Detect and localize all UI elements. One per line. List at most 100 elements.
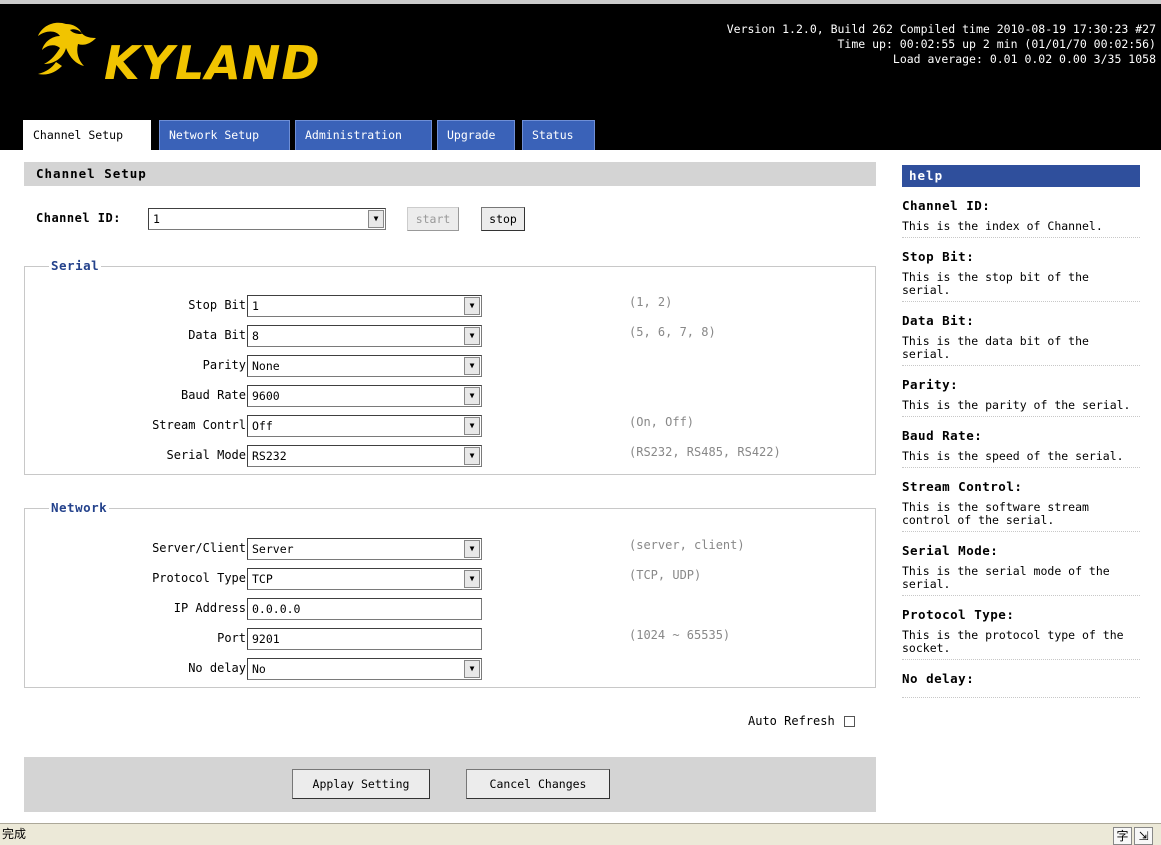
browser-statusbar: 完成 字 ⇲ xyxy=(0,823,1161,845)
help-item-title: No delay: xyxy=(902,671,975,686)
chevron-down-icon[interactable]: ▼ xyxy=(464,540,480,558)
serial-mode-select[interactable]: RS232 ▼ xyxy=(247,445,482,467)
chevron-down-icon[interactable]: ▼ xyxy=(464,327,480,345)
port-field[interactable]: 9201 xyxy=(247,628,482,650)
serial-mode-label: Serial Mode xyxy=(166,448,246,462)
no-delay-label: No delay xyxy=(188,661,246,675)
stream-control-label: Stream Contrl xyxy=(152,418,246,432)
server-client-label: Server/Client xyxy=(152,541,246,555)
chevron-down-icon[interactable]: ▼ xyxy=(464,447,480,465)
chevron-down-icon[interactable]: ▼ xyxy=(464,297,480,315)
channel-id-value: 1 xyxy=(153,212,160,226)
help-item-title: Protocol Type: xyxy=(902,607,1015,622)
baud-rate-select[interactable]: 9600 ▼ xyxy=(247,385,482,407)
port-hint: (1024 ~ 65535) xyxy=(629,628,731,642)
server-client-value: Server xyxy=(252,542,294,556)
stop-bit-label: Stop Bit xyxy=(188,298,246,312)
help-item: Serial Mode: This is the serial mode of t… xyxy=(902,542,1140,596)
help-item-desc: This is the parity of the serial. xyxy=(902,398,1131,412)
no-delay-select[interactable]: No ▼ xyxy=(247,658,482,680)
help-item: Stream Control: This is the software stre… xyxy=(902,478,1140,532)
action-bar: Applay Setting Cancel Changes xyxy=(24,757,876,812)
tab-administration[interactable]: Administration xyxy=(295,120,432,150)
system-info: Version 1.2.0, Build 262 Compiled time 2… xyxy=(727,22,1156,67)
server-client-hint: (server, client) xyxy=(629,538,745,552)
channel-id-select[interactable]: 1 ▼ xyxy=(148,208,386,230)
cancel-changes-button[interactable]: Cancel Changes xyxy=(466,769,610,799)
tab-status[interactable]: Status xyxy=(522,120,595,150)
stop-bit-hint: (1, 2) xyxy=(629,295,673,309)
ip-address-label: IP Address xyxy=(173,601,246,615)
help-item-desc: This is the protocol type of the socket. xyxy=(902,628,1124,655)
help-item: Channel ID: This is the index of Channel. xyxy=(902,197,1140,238)
auto-refresh: Auto Refresh xyxy=(748,714,855,728)
stream-control-select[interactable]: Off ▼ xyxy=(247,415,482,437)
help-item-title: Baud Rate: xyxy=(902,428,983,443)
help-title: help xyxy=(902,165,1140,187)
kyland-logo: KYLAND xyxy=(26,16,346,96)
help-item-title: Channel ID: xyxy=(902,198,991,213)
help-item-desc: This is the serial mode of the serial. xyxy=(902,564,1110,591)
channel-id-label: Channel ID: xyxy=(36,211,121,225)
page: KYLAND Version 1.2.0, Build 262 Compiled… xyxy=(0,0,1161,845)
help-item-title: Data Bit: xyxy=(902,313,975,328)
data-bit-value: 8 xyxy=(252,329,259,343)
help-item: Data Bit: This is the data bit of the ser… xyxy=(902,312,1140,366)
panel-title: Channel Setup xyxy=(24,162,876,186)
data-bit-select[interactable]: 8 ▼ xyxy=(247,325,482,347)
start-button[interactable]: start xyxy=(407,207,459,231)
protocol-type-value: TCP xyxy=(252,572,273,586)
server-client-select[interactable]: Server ▼ xyxy=(247,538,482,560)
help-item-title: Parity: xyxy=(902,377,959,392)
parity-value: None xyxy=(252,359,280,373)
tab-upgrade[interactable]: Upgrade xyxy=(437,120,515,150)
help-item: Parity: This is the parity of the serial. xyxy=(902,376,1140,417)
help-item-desc: This is the stop bit of the serial. xyxy=(902,270,1089,297)
chevron-down-icon[interactable]: ▼ xyxy=(464,570,480,588)
auto-refresh-label: Auto Refresh xyxy=(748,714,835,728)
data-bit-label: Data Bit xyxy=(188,328,246,342)
network-legend: Network xyxy=(49,500,110,515)
data-bit-hint: (5, 6, 7, 8) xyxy=(629,325,716,339)
help-item-desc: This is the data bit of the serial. xyxy=(902,334,1089,361)
stop-button[interactable]: stop xyxy=(481,207,525,231)
help-item: Stop Bit: This is the stop bit of the ser… xyxy=(902,248,1140,302)
serial-section: Serial Stop Bit 1 ▼ (1, 2) Data Bit 8 ▼ (5… xyxy=(24,258,876,475)
header: KYLAND Version 1.2.0, Build 262 Compiled… xyxy=(0,0,1161,150)
stop-bit-value: 1 xyxy=(252,299,259,313)
ip-address-field[interactable]: 0.0.0.0 xyxy=(247,598,482,620)
port-label: Port xyxy=(217,631,246,645)
stop-bit-select[interactable]: 1 ▼ xyxy=(247,295,482,317)
no-delay-value: No xyxy=(252,662,266,676)
help-item-desc: This is the software stream control of t… xyxy=(902,500,1089,527)
network-section: Network Server/Client Server ▼ (server, c… xyxy=(24,500,876,688)
help-item-title: Stream Control: xyxy=(902,479,1023,494)
ime-mode-icon[interactable]: ⇲ xyxy=(1134,827,1153,845)
stream-control-value: Off xyxy=(252,419,273,433)
help-item: Baud Rate: This is the speed of the seria… xyxy=(902,427,1140,468)
chevron-down-icon[interactable]: ▼ xyxy=(464,357,480,375)
header-top-line xyxy=(0,0,1161,4)
serial-mode-value: RS232 xyxy=(252,449,287,463)
tab-network-setup[interactable]: Network Setup xyxy=(159,120,290,150)
protocol-type-hint: (TCP, UDP) xyxy=(629,568,702,582)
parity-select[interactable]: None ▼ xyxy=(247,355,482,377)
help-item-desc: This is the index of Channel. xyxy=(902,219,1103,233)
chevron-down-icon[interactable]: ▼ xyxy=(464,417,480,435)
dragon-logo-icon xyxy=(38,22,96,75)
ime-toolbar: 字 ⇲ xyxy=(1111,826,1153,845)
uptime-line: Time up: 00:02:55 up 2 min (01/01/70 00:… xyxy=(837,37,1157,51)
auto-refresh-checkbox[interactable] xyxy=(843,716,855,727)
chevron-down-icon[interactable]: ▼ xyxy=(464,660,480,678)
protocol-type-select[interactable]: TCP ▼ xyxy=(247,568,482,590)
apply-setting-button[interactable]: Applay Setting xyxy=(292,769,430,799)
ime-char-icon[interactable]: 字 xyxy=(1113,827,1132,845)
load-average-line: Load average: 0.01 0.02 0.00 3/35 1058 xyxy=(892,52,1156,66)
status-text: 完成 xyxy=(2,827,27,841)
parity-label: Parity xyxy=(202,358,246,372)
chevron-down-icon[interactable]: ▼ xyxy=(368,210,384,228)
chevron-down-icon[interactable]: ▼ xyxy=(464,387,480,405)
baud-rate-value: 9600 xyxy=(252,389,280,403)
stream-control-hint: (On, Off) xyxy=(629,415,695,429)
tab-channel-setup[interactable]: Channel Setup xyxy=(23,120,151,150)
